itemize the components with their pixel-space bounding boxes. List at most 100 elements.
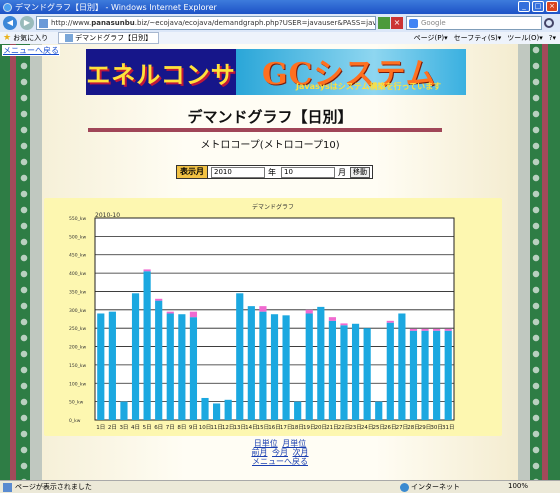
- x-tick-label: 3日: [119, 424, 128, 431]
- bottom-nav: 日単位 月単位 前月 今月 次月 メニューへ戻る: [0, 439, 560, 466]
- bar: [178, 314, 186, 420]
- x-tick-label: 1日: [96, 424, 105, 431]
- forward-button[interactable]: ▶: [20, 16, 34, 30]
- url-suffix: .biz/~ecojava/ecojava/demandgraph.php?US…: [134, 19, 375, 27]
- help-menu[interactable]: ?▾: [549, 34, 556, 42]
- y-tick-label: 0_kw: [69, 418, 81, 424]
- x-tick-label: 2日: [108, 424, 117, 431]
- banner-logo-left: エネルコンサ: [86, 49, 236, 95]
- y-tick-label: 150_kw: [69, 363, 86, 369]
- page-title: デマンドグラフ【日別】: [187, 108, 353, 126]
- this-month-link[interactable]: 今月: [272, 448, 288, 457]
- bar: [282, 315, 290, 420]
- bar-segment: [155, 298, 163, 301]
- y-tick-label: 500_kw: [69, 234, 86, 240]
- page-status-icon: [3, 482, 12, 492]
- month-input[interactable]: [281, 166, 335, 178]
- favorites-bar: ★ お気に入り デマンドグラフ【日別】 ページ(P)▾ セーフティ(S)▾ ツー…: [0, 32, 560, 44]
- bar: [328, 320, 336, 420]
- page-content: メニューへ戻る エネルコンサ GCシステム Javasysはシステム構築を行って…: [0, 44, 560, 480]
- border-stripe: [30, 44, 42, 480]
- bar-segment: [433, 328, 441, 331]
- month-unit: 月: [338, 167, 346, 177]
- bar: [340, 325, 348, 420]
- x-tick-label: 9日: [189, 424, 198, 431]
- tools-menu[interactable]: ツール(O)▾: [507, 33, 543, 43]
- y-tick-label: 250_kw: [69, 326, 86, 332]
- border-stripe: [10, 44, 16, 480]
- bar: [294, 401, 302, 420]
- favorites-button[interactable]: お気に入り: [13, 33, 48, 43]
- y-tick-label: 550_kw: [69, 216, 86, 222]
- search-icon[interactable]: [544, 18, 554, 28]
- next-month-link[interactable]: 次月: [293, 448, 309, 457]
- page-icon: [39, 19, 48, 28]
- refresh-icon[interactable]: [378, 17, 390, 29]
- bar-segment: [259, 306, 267, 312]
- bar: [409, 330, 418, 420]
- zoom-level[interactable]: 100%: [508, 482, 528, 490]
- bar: [120, 401, 128, 420]
- bar: [131, 293, 140, 420]
- search-input[interactable]: Google: [406, 16, 542, 30]
- bar-segment: [166, 311, 174, 314]
- bar: [386, 322, 394, 420]
- bar: [363, 328, 371, 420]
- maximize-button[interactable]: □: [532, 1, 544, 12]
- y-tick-label: 100_kw: [69, 381, 86, 387]
- banner-tagline: Javasysはシステム構築を行っています: [296, 82, 442, 91]
- globe-icon: [400, 482, 409, 492]
- bar-segment: [189, 311, 198, 318]
- minimize-button[interactable]: _: [518, 1, 530, 12]
- x-tick-label: 7日: [166, 424, 175, 431]
- url-field[interactable]: http://www.panasunbu.biz/~ecojava/ecojav…: [36, 16, 376, 30]
- url-prefix: http://www.: [51, 19, 92, 27]
- search-placeholder: Google: [421, 19, 446, 27]
- y-tick-label: 300_kw: [69, 308, 86, 314]
- x-tick-label: 5日: [143, 424, 152, 431]
- bar: [201, 397, 209, 420]
- bar: [236, 293, 244, 420]
- binder-rings-right: [530, 44, 542, 480]
- move-button[interactable]: 移動: [350, 166, 370, 178]
- bar: [247, 306, 255, 420]
- bar: [224, 399, 232, 420]
- bar: [213, 403, 221, 420]
- safety-menu[interactable]: セーフティ(S)▾: [454, 33, 502, 43]
- title-divider: [88, 128, 442, 132]
- monthly-link[interactable]: 月単位: [282, 439, 306, 448]
- customer-name: メトロコープ(メトロコープ10): [200, 140, 340, 151]
- y-tick-label: 400_kw: [69, 271, 86, 277]
- close-button[interactable]: ×: [546, 1, 558, 12]
- daily-link[interactable]: 日単位: [254, 439, 278, 448]
- ie-icon: [3, 2, 12, 12]
- month-selector-label: 表示月: [177, 166, 208, 178]
- tab-page-icon: [65, 34, 74, 42]
- security-zone: インターネット: [400, 482, 460, 492]
- bar: [421, 330, 429, 420]
- bar: [189, 317, 198, 420]
- bar: [375, 401, 383, 420]
- x-tick-label: 6日: [154, 424, 163, 431]
- bar-segment: [409, 328, 418, 331]
- bar: [97, 313, 105, 420]
- back-button[interactable]: ◀: [3, 16, 17, 30]
- x-tick-label: 8日: [177, 424, 186, 431]
- page-menu[interactable]: ページ(P)▾: [414, 33, 448, 43]
- bar: [351, 323, 360, 420]
- menu-return-link-top[interactable]: メニューへ戻る: [2, 45, 60, 56]
- stop-button[interactable]: ×: [391, 17, 403, 29]
- address-bar: ◀ ▶ http://www.panasunbu.biz/~ecojava/ec…: [0, 14, 560, 32]
- favorites-star-icon[interactable]: ★: [3, 33, 11, 43]
- bar: [433, 330, 441, 420]
- bar-segment: [328, 317, 336, 321]
- browser-tab[interactable]: デマンドグラフ【日別】: [58, 32, 160, 44]
- menu-return-link[interactable]: メニューへ戻る: [252, 457, 308, 466]
- prev-month-link[interactable]: 前月: [251, 448, 267, 457]
- zone-label: インターネット: [411, 483, 460, 491]
- url-host: panasunbu: [91, 19, 135, 27]
- year-input[interactable]: [211, 166, 265, 178]
- x-tick-label: 4日: [131, 424, 140, 431]
- y-tick-label: 200_kw: [69, 345, 86, 351]
- banner-logo-right: GCシステム Javasysはシステム構築を行っています: [236, 49, 466, 95]
